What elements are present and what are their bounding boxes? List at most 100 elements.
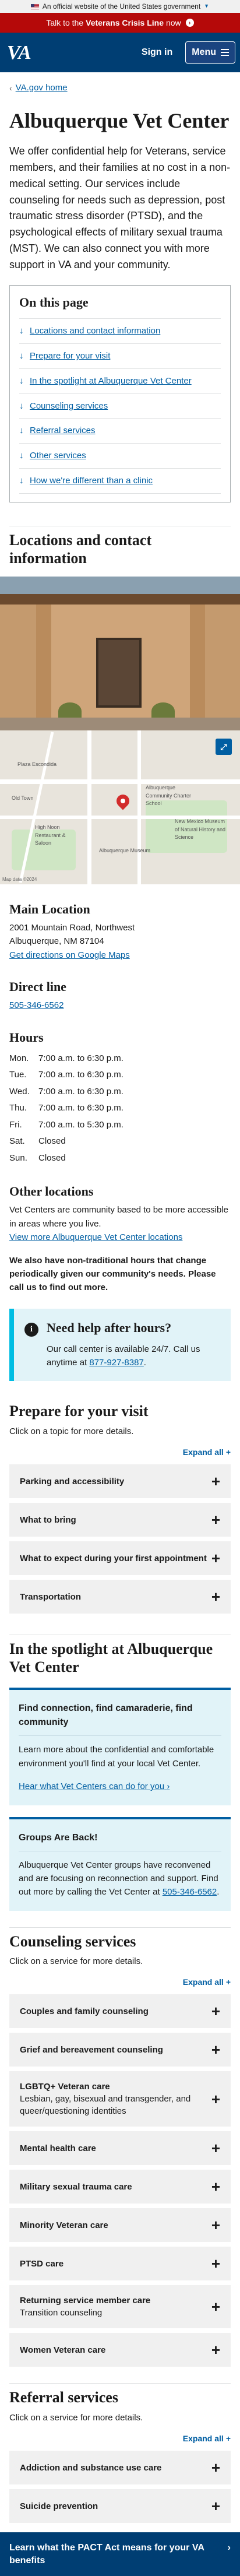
plus-icon: + [225, 2434, 231, 2444]
spotlight-card-title: Find connection, find camaraderie, find … [19, 1702, 221, 1737]
on-this-page: On this page ↓ Locations and contact info… [9, 285, 231, 502]
hours-row: Sat. Closed [9, 1136, 66, 1147]
accordion-item[interactable]: What to bring + [9, 1503, 231, 1537]
address-line-1: 2001 Mountain Road, Northwest [9, 923, 135, 933]
plus-icon: + [211, 2459, 220, 2477]
expand-all-button[interactable]: Expand all + [9, 1446, 231, 1459]
expand-all-button[interactable]: Expand all + [9, 1976, 231, 1988]
toc-item[interactable]: ↓ Other services [19, 443, 221, 468]
chevron-down-icon: ▼ [204, 3, 210, 9]
expand-map-icon[interactable]: ⤢ [216, 739, 232, 755]
after-hours-alert: i Need help after hours? Our call center… [9, 1308, 231, 1382]
main-location-heading: Main Location [9, 902, 90, 917]
directions-link[interactable]: Get directions on Google Maps [9, 950, 130, 960]
arrow-down-icon: ↓ [19, 351, 24, 361]
plus-icon: + [211, 1549, 220, 1568]
plus-icon: + [225, 1977, 231, 1987]
chevron-right-icon: › [185, 19, 194, 27]
toc-item[interactable]: ↓ Counseling services [19, 393, 221, 419]
chevron-right-icon: › [227, 2543, 231, 2553]
site-header: VA Sign in Menu [0, 33, 240, 72]
toc-item[interactable]: ↓ In the spotlight at Albuquerque Vet Cen… [19, 368, 221, 393]
prepare-heading: Prepare for your visit [9, 1403, 149, 1420]
other-locations-link[interactable]: View more Albuquerque Vet Center locatio… [9, 1232, 182, 1242]
other-locations-text: Vet Centers are community based to be mo… [9, 1205, 229, 1229]
gov-banner-text: An official website of the United States… [42, 2, 201, 10]
accordion-item[interactable]: Couples and family counseling + [9, 1994, 231, 2029]
arrow-down-icon: ↓ [19, 426, 24, 436]
spotlight-card-link[interactable]: Hear what Vet Centers can do for you › [19, 1781, 170, 1791]
after-hours-title: Need help after hours? [47, 1320, 172, 1335]
spotlight-card: Groups Are Back! Albuquerque Vet Center … [9, 1816, 231, 1911]
after-hours-phone-link[interactable]: 877-927-8387 [89, 1358, 143, 1368]
accordion-item[interactable]: Returning service member care Transition … [9, 2285, 231, 2329]
referral-lead: Click on a service for more details. [9, 2412, 143, 2423]
crisis-suffix: now [165, 17, 181, 27]
accordion-item[interactable]: PTSD care + [9, 2247, 231, 2281]
map-label: Old Town [12, 795, 34, 802]
spotlight-card: Find connection, find camaraderie, find … [9, 1688, 231, 1805]
counseling-heading: Counseling services [9, 1927, 231, 1951]
crisis-line-bar[interactable]: Talk to the Veterans Crisis Line now › [0, 13, 240, 33]
gov-banner[interactable]: An official website of the United States… [0, 0, 240, 13]
accordion-item[interactable]: Women Veteran care + [9, 2333, 231, 2367]
va-logo[interactable]: VA [7, 38, 31, 68]
map-pin-icon[interactable] [114, 792, 132, 810]
chevron-left-icon: ‹ [9, 83, 12, 93]
spotlight-heading: In the spotlight at Albuquerque Vet Cent… [9, 1635, 231, 1676]
hours-table: Mon. 7:00 a.m. to 6:30 p.m. Tue. 7:00 a.m.… [9, 1050, 231, 1167]
plus-icon: + [211, 2216, 220, 2234]
crisis-emphasis: Veterans Crisis Line [86, 17, 164, 27]
hours-row: Mon. 7:00 a.m. to 6:30 p.m. [9, 1053, 123, 1063]
hours-heading: Hours [9, 1029, 44, 1045]
plus-icon: + [211, 2497, 220, 2515]
page-title: Albuquerque Vet Center [9, 108, 230, 132]
toc-item[interactable]: ↓ Referral services [19, 418, 221, 443]
hours-row: Thu. 7:00 a.m. to 6:30 p.m. [9, 1103, 123, 1113]
sign-in-button[interactable]: Sign in [142, 45, 172, 59]
accordion-item[interactable]: What to expect during your first appoint… [9, 1541, 231, 1576]
accordion-item[interactable]: Addiction and substance use care + [9, 2451, 231, 2485]
spotlight-card-text: Learn more about the confidential and co… [19, 1745, 214, 1769]
spotlight-phone-link[interactable]: 505-346-6562 [163, 1887, 217, 1897]
plus-icon: + [211, 1472, 220, 1491]
accordion-item[interactable]: Suicide prevention + [9, 2489, 231, 2524]
accordion-item[interactable]: LGBTQ+ Veteran care Lesbian, gay, bisexua… [9, 2071, 231, 2127]
referral-heading: Referral services [9, 2383, 231, 2406]
prepare-lead: Click on a topic for more details. [9, 1426, 134, 1436]
crisis-prefix: Talk to the [46, 17, 84, 27]
counseling-lead: Click on a service for more details. [9, 1956, 143, 1966]
toc-item[interactable]: ↓ Locations and contact information [19, 318, 221, 343]
accordion-item[interactable]: Parking and accessibility + [9, 1464, 231, 1499]
accordion-item[interactable]: Mental health care + [9, 2131, 231, 2166]
plus-icon: + [211, 2341, 220, 2359]
pact-act-banner[interactable]: Learn what the PACT Act means for your V… [0, 2532, 240, 2576]
plus-icon: + [211, 2139, 220, 2157]
menu-button[interactable]: Menu [185, 41, 235, 64]
plus-icon: + [225, 1447, 231, 1457]
toc-item[interactable]: ↓ How we're different than a clinic [19, 468, 221, 494]
direct-line-heading: Direct line [9, 979, 66, 994]
other-locations-heading: Other locations [9, 1184, 94, 1199]
accordion-item[interactable]: Minority Veteran care + [9, 2208, 231, 2243]
location-map[interactable]: Plaza Escondida Albuquerque Community Ch… [0, 730, 240, 885]
phone-link[interactable]: 505-346-6562 [9, 1000, 63, 1010]
chevron-right-icon: › [167, 1781, 170, 1791]
address: 2001 Mountain Road, Northwest Albuquerqu… [9, 921, 231, 962]
address-line-2: Albuquerque, NM 87104 [9, 936, 104, 947]
toc-item[interactable]: ↓ Prepare for your visit [19, 343, 221, 368]
hours-row: Tue. 7:00 a.m. to 6:30 p.m. [9, 1070, 123, 1080]
hours-row: Sun. Closed [9, 1152, 66, 1163]
accordion-item[interactable]: Transportation + [9, 1580, 231, 1614]
spotlight-card-title: Groups Are Back! [19, 1831, 221, 1851]
plus-icon: + [211, 2255, 220, 2273]
info-icon: i [24, 1322, 38, 1337]
hours-row: Fri. 7:00 a.m. to 5:30 p.m. [9, 1119, 123, 1130]
accordion-item[interactable]: Grief and bereavement counseling + [9, 2033, 231, 2067]
map-attribution: Map data ©2024 [2, 877, 37, 883]
map-label: Plaza Escondida [17, 761, 57, 768]
breadcrumb-home-link[interactable]: VA.gov home [16, 82, 68, 95]
map-label: Albuquerque Community Charter School [146, 785, 192, 807]
expand-all-button[interactable]: Expand all + [9, 2433, 231, 2445]
accordion-item[interactable]: Military sexual trauma care + [9, 2170, 231, 2204]
